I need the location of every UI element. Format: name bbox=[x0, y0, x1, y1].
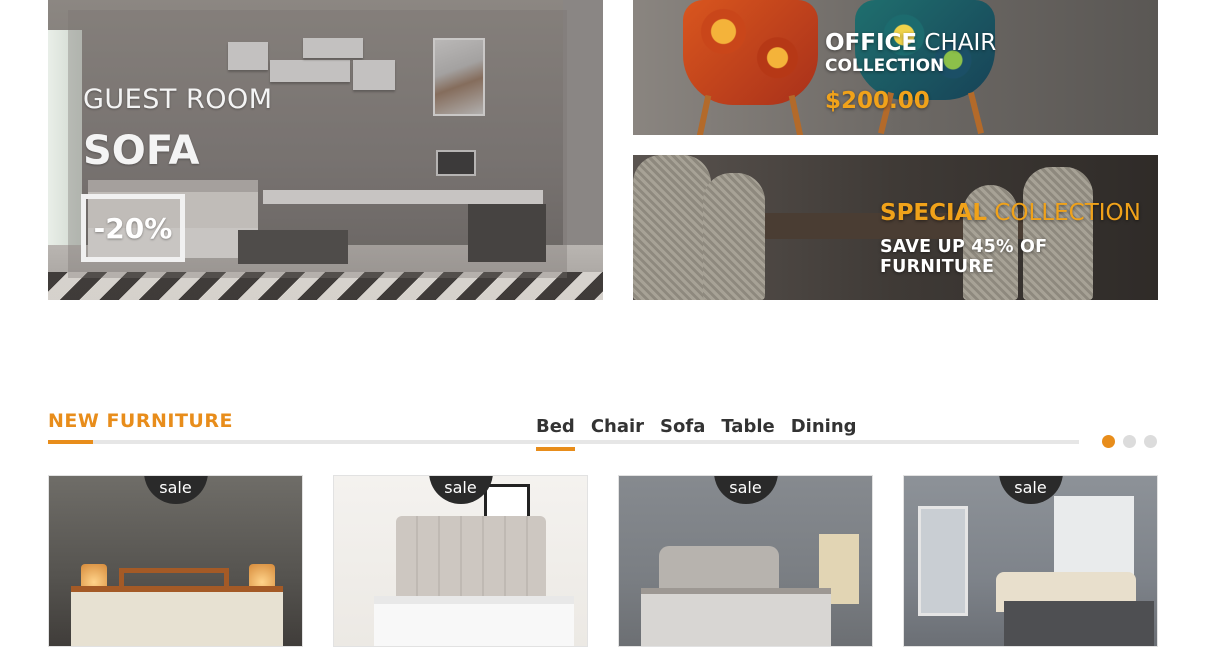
office-chair-title-rest: CHAIR bbox=[917, 30, 997, 56]
special-title-rest: COLLECTION bbox=[987, 200, 1141, 226]
bed bbox=[1004, 601, 1154, 646]
special-subtitle: SAVE UP 45% OF FURNITURE bbox=[880, 237, 1048, 277]
office-chair-price: $200.00 bbox=[825, 88, 930, 114]
product-card[interactable]: sale bbox=[618, 475, 873, 647]
office-chair-title-bold: OFFICE bbox=[825, 30, 918, 56]
product-card[interactable]: sale bbox=[48, 475, 303, 647]
banner-title: SOFA bbox=[83, 128, 200, 174]
bed bbox=[641, 588, 831, 646]
banner-guest-room-sofa[interactable]: GUEST ROOM SOFA -20% bbox=[48, 0, 603, 300]
product-card[interactable]: sale bbox=[903, 475, 1158, 647]
special-title-bold: SPECIAL bbox=[880, 200, 988, 226]
wall-art bbox=[1054, 496, 1134, 576]
office-chair-caption: OFFICE CHAIR COLLECTION $200.00 bbox=[825, 30, 996, 114]
red-armchair bbox=[683, 0, 818, 105]
dining-chair bbox=[633, 155, 711, 300]
banner-special-collection[interactable]: SPECIAL COLLECTION SAVE UP 45% OF FURNIT… bbox=[633, 155, 1158, 300]
room-window bbox=[918, 506, 968, 616]
section-divider-accent bbox=[48, 440, 93, 444]
carousel-dot-1[interactable] bbox=[1102, 435, 1115, 448]
office-chair-title: OFFICE CHAIR bbox=[825, 30, 996, 56]
discount-badge: -20% bbox=[81, 194, 185, 262]
banner-subtitle: GUEST ROOM bbox=[83, 84, 273, 115]
bed bbox=[71, 586, 283, 646]
office-chair-subtitle: COLLECTION bbox=[825, 56, 945, 76]
tab-table[interactable]: Table bbox=[721, 416, 774, 445]
banner-office-chair[interactable]: OFFICE CHAIR COLLECTION $200.00 bbox=[633, 0, 1158, 135]
section-title: NEW FURNITURE bbox=[48, 410, 233, 432]
tab-sofa[interactable]: Sofa bbox=[660, 416, 705, 445]
chair-leg bbox=[696, 94, 712, 135]
special-caption: SPECIAL COLLECTION SAVE UP 45% OF FURNIT… bbox=[880, 199, 1158, 277]
carousel-dot-2[interactable] bbox=[1123, 435, 1136, 448]
category-tabs: Bed Chair Sofa Table Dining bbox=[536, 416, 857, 451]
dining-chair bbox=[703, 173, 765, 300]
tab-dining[interactable]: Dining bbox=[791, 416, 857, 445]
special-title: SPECIAL COLLECTION bbox=[880, 199, 1158, 227]
tab-chair[interactable]: Chair bbox=[591, 416, 644, 445]
product-card[interactable]: sale bbox=[333, 475, 588, 647]
carousel-dot-3[interactable] bbox=[1144, 435, 1157, 448]
bed bbox=[374, 596, 574, 646]
chair-leg bbox=[788, 94, 804, 135]
carousel-pagination bbox=[1102, 435, 1157, 448]
tab-bed[interactable]: Bed bbox=[536, 416, 575, 451]
